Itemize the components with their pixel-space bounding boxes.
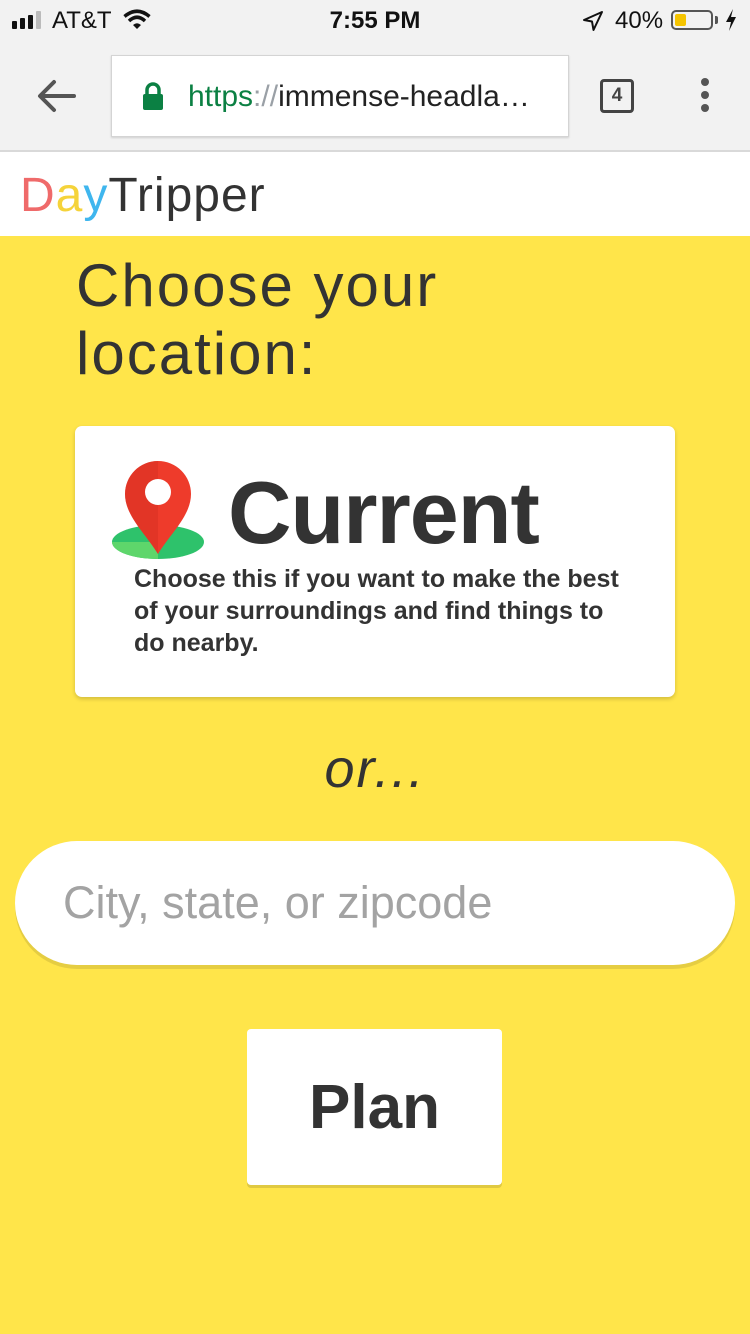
page-title-line-2: location: xyxy=(76,320,318,387)
page-title: Choose your location: xyxy=(76,252,676,388)
back-arrow-icon[interactable] xyxy=(34,78,78,114)
browser-toolbar: https://immense-headla… 4 xyxy=(0,40,750,152)
page-title-line-1: Choose your xyxy=(76,252,439,319)
url-text: https://immense-headla… xyxy=(188,80,530,114)
battery-percent: 40% xyxy=(615,7,664,34)
logo[interactable]: DayTripper xyxy=(20,168,266,223)
plan-button[interactable]: Plan xyxy=(247,1029,502,1185)
tab-switcher-button[interactable]: 4 xyxy=(600,79,634,113)
card-title: Current xyxy=(228,463,540,562)
logo-letter-d: D xyxy=(20,169,56,222)
logo-text: Tripper xyxy=(108,169,266,222)
lock-icon xyxy=(143,82,163,110)
charging-bolt-icon xyxy=(726,9,736,31)
map-pin-icon xyxy=(112,461,204,559)
url-scheme: https xyxy=(188,80,254,113)
or-separator: or... xyxy=(324,739,426,799)
current-location-card[interactable]: Current Choose this if you want to make … xyxy=(75,426,675,697)
overflow-menu-icon[interactable] xyxy=(698,78,712,116)
status-bar: AT&T 7:55 PM 40% xyxy=(0,0,750,40)
logo-letter-y: y xyxy=(83,169,109,222)
location-arrow-icon xyxy=(583,11,603,31)
card-description: Choose this if you want to make the best… xyxy=(134,565,619,657)
site-header: DayTripper xyxy=(0,152,750,236)
url-separator: :// xyxy=(253,80,279,113)
logo-letter-a: a xyxy=(55,169,84,222)
battery-icon xyxy=(671,10,713,30)
battery-tip xyxy=(715,16,718,24)
address-bar[interactable]: https://immense-headla… xyxy=(111,55,569,137)
location-search-input[interactable] xyxy=(15,841,735,965)
url-host: immense-headla… xyxy=(278,80,530,113)
